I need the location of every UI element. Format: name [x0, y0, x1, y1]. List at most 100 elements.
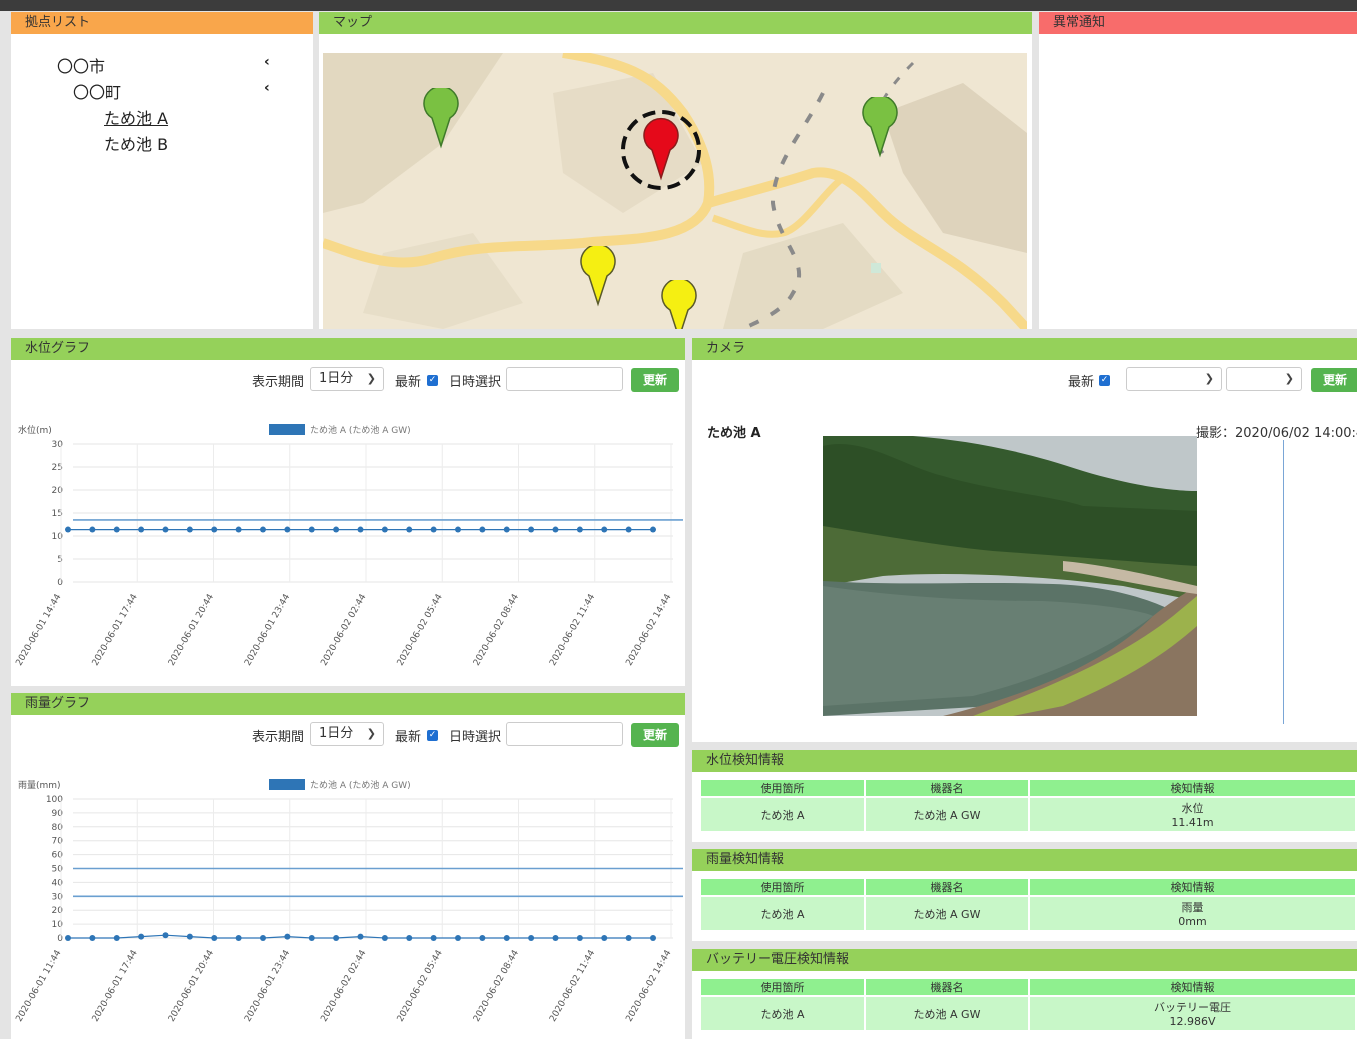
cell-device: ため池 A GW — [865, 796, 1030, 831]
camera-title: カメラ — [692, 338, 1357, 360]
data-point — [113, 526, 120, 533]
data-point — [430, 526, 437, 533]
map-pin-green[interactable] — [421, 88, 461, 150]
camera-panel: カメラ 最新 ✓ ❯ ❯ 更新 ため池 A 撮影：2020/06/02 14:0… — [692, 338, 1357, 742]
data-point — [211, 526, 218, 533]
date-select-label: 日時選択 — [449, 730, 502, 745]
table-row: ため池 A ため池 A GW バッテリー電圧 12.986V — [701, 995, 1357, 1030]
map-title: マップ — [319, 12, 1032, 34]
data-point — [89, 526, 96, 533]
x-tick-label: 2020-06-02 05:44 — [396, 948, 445, 1023]
data-point — [576, 526, 583, 533]
info-value: 0mm — [1178, 915, 1207, 928]
data-point — [211, 935, 218, 941]
data-point — [333, 935, 340, 941]
info-value: 12.986V — [1169, 1015, 1216, 1028]
tree-item-town[interactable]: 〇〇町 — [73, 79, 121, 103]
rain-graph-title: 雨量グラフ — [11, 693, 685, 715]
map-pin-green[interactable] — [860, 97, 900, 159]
data-point — [406, 526, 413, 533]
period-select[interactable]: 1日分 ❯ — [310, 367, 384, 391]
data-point — [138, 526, 145, 533]
x-tick-label: 2020-06-01 14:44 — [14, 592, 63, 667]
header-info: 検知情報 — [1029, 979, 1357, 996]
latest-checkbox[interactable]: ✓ — [1099, 375, 1110, 386]
x-tick-label: 2020-06-02 11:44 — [548, 592, 597, 667]
x-tick-label: 2020-06-02 02:44 — [319, 592, 368, 667]
data-point — [186, 526, 193, 533]
water-level-chart: 水位(m) ため池 A (ため池 A GW)0510152025302020-06… — [14, 424, 683, 668]
camera-time-select[interactable]: ❯ — [1226, 367, 1302, 391]
x-tick-label: 2020-06-01 20:44 — [167, 948, 216, 1023]
data-point — [650, 526, 656, 533]
chevron-down-icon: ❯ — [366, 727, 376, 740]
camera-select[interactable]: ❯ — [1126, 367, 1222, 391]
y-tick-label: 70 — [52, 837, 64, 847]
water-detect-table: 使用箇所 機器名 検知情報 ため池 A ため池 A GW 水位 11.41m — [701, 780, 1357, 831]
y-tick-label: 10 — [52, 920, 64, 930]
tree-item-city[interactable]: 〇〇市 — [57, 53, 105, 77]
update-button[interactable]: 更新 — [631, 368, 679, 392]
legend-label: ため池 A (ため池 A GW) — [310, 424, 411, 436]
cell-device: ため池 A GW — [865, 995, 1030, 1030]
data-point — [284, 933, 291, 940]
x-tick-label: 2020-06-02 11:44 — [548, 948, 597, 1023]
rain-graph-panel: 雨量グラフ 表示期間 1日分 ❯ 最新 ✓ 日時選択 更新 雨量(mm) ため池 … — [11, 693, 685, 1039]
x-tick-label: 2020-06-02 14:44 — [624, 948, 673, 1023]
latest-checkbox[interactable]: ✓ — [427, 375, 438, 386]
data-point — [89, 935, 96, 941]
date-input[interactable] — [506, 722, 623, 746]
data-point — [308, 526, 315, 533]
chevron-left-icon[interactable]: ‹ — [264, 54, 270, 70]
water-graph-title: 水位グラフ — [11, 338, 685, 360]
y-axis-label: 雨量(mm) — [18, 780, 61, 791]
camera-photo[interactable] — [823, 436, 1197, 716]
site-list-title: 拠点リスト — [11, 12, 313, 34]
data-point — [162, 932, 169, 939]
data-point — [625, 935, 632, 941]
tree-item-pond-b[interactable]: ため池 B — [104, 131, 168, 155]
x-tick-label: 2020-06-01 20:44 — [167, 592, 216, 667]
data-point — [333, 526, 340, 533]
info-label: 雨量 — [1181, 901, 1204, 914]
latest-checkbox[interactable]: ✓ — [427, 730, 438, 741]
x-tick-label: 2020-06-01 17:44 — [91, 592, 140, 667]
info-label: バッテリー電圧 — [1154, 1001, 1231, 1014]
y-tick-label: 80 — [52, 823, 64, 833]
data-point — [528, 935, 535, 941]
map-panel: マップ — [319, 12, 1032, 329]
map-pin-alert[interactable] — [619, 104, 705, 196]
map-pin-yellow[interactable] — [659, 280, 699, 329]
chevron-left-icon[interactable]: ‹ — [264, 80, 270, 96]
y-tick-label: 90 — [52, 809, 64, 819]
cell-place: ため池 A — [701, 895, 866, 930]
data-point — [625, 526, 632, 533]
latest-label: 最新 — [395, 730, 422, 745]
map-pin-yellow[interactable] — [578, 246, 618, 308]
y-tick-label: 20 — [52, 486, 64, 496]
y-tick-label: 20 — [52, 906, 64, 916]
update-button[interactable]: 更新 — [631, 723, 679, 747]
cell-info: バッテリー電圧 12.986V — [1029, 995, 1357, 1030]
x-tick-label: 2020-06-02 08:44 — [472, 948, 521, 1023]
data-point — [528, 526, 535, 533]
rainfall-chart: 雨量(mm) ため池 A (ため池 A GW) 0 10 20 30 40 50 60 70 80 9… — [14, 779, 683, 1024]
header-device: 機器名 — [865, 979, 1030, 996]
water-detect-title: 水位検知情報 — [692, 750, 1357, 772]
data-point — [455, 935, 461, 941]
y-tick-label: 5 — [57, 555, 63, 565]
date-input[interactable] — [506, 367, 623, 391]
data-point — [235, 526, 242, 533]
y-tick-label: 0 — [57, 934, 63, 944]
period-select[interactable]: 1日分 ❯ — [310, 722, 384, 746]
data-point — [357, 526, 364, 533]
tree-item-pond-a[interactable]: ため池 A — [104, 105, 168, 129]
data-point — [406, 935, 413, 941]
header-place: 使用箇所 — [701, 780, 866, 797]
y-tick-label: 30 — [52, 440, 64, 450]
update-button[interactable]: 更新 — [1311, 368, 1357, 392]
x-tick-label: 2020-06-01 17:44 — [91, 948, 140, 1023]
x-tick-label: 2020-06-02 14:44 — [624, 592, 673, 667]
header-device: 機器名 — [865, 879, 1030, 896]
period-select-value: 1日分 — [319, 726, 354, 741]
